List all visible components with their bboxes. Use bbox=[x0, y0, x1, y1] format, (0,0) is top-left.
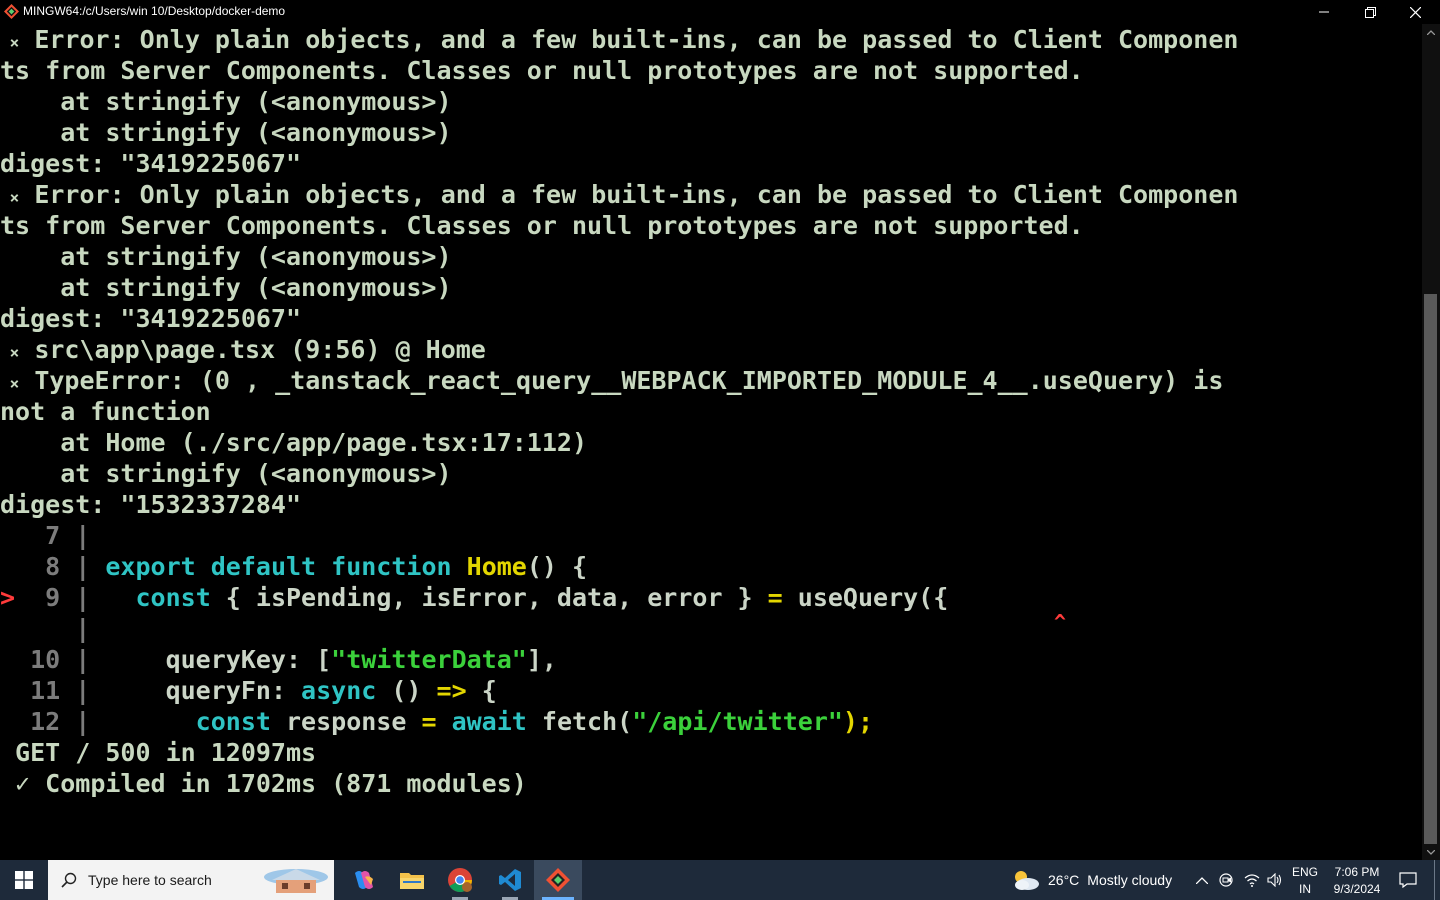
git-bash-icon bbox=[546, 868, 570, 892]
restore-icon bbox=[1364, 6, 1376, 18]
log-line: at stringify (<anonymous>) bbox=[0, 87, 452, 116]
scroll-down-button[interactable] bbox=[1422, 844, 1440, 860]
search-icon bbox=[61, 872, 77, 888]
log-line: × TypeError: (0 , _tanstack_react_query_… bbox=[0, 366, 1224, 395]
camera-icon bbox=[1219, 873, 1233, 887]
terminal-output[interactable]: × Error: Only plain objects, and a few b… bbox=[0, 24, 1422, 860]
log-line: not a function bbox=[0, 397, 211, 426]
git-bash-app-icon bbox=[4, 4, 19, 19]
window-title: MINGW64:/c/Users/win 10/Desktop/docker-d… bbox=[23, 4, 286, 18]
log-line: digest: "3419225067" bbox=[0, 304, 302, 333]
network-tray[interactable] bbox=[1241, 860, 1263, 900]
taskbar-vscode[interactable] bbox=[486, 860, 534, 900]
terminal-scrollbar[interactable] bbox=[1422, 24, 1440, 860]
code-line-12: 12 | const response = await fetch("/api/… bbox=[0, 707, 874, 736]
log-line: × src\app\page.tsx (9:56) @ Home bbox=[0, 335, 486, 364]
taskbar-git-bash[interactable] bbox=[534, 860, 582, 900]
code-line-8: 8 | export default function Home() { bbox=[0, 552, 588, 581]
weather-widget[interactable]: 26°C Mostly cloudy bbox=[1010, 860, 1182, 900]
log-line: at stringify (<anonymous>) bbox=[0, 459, 452, 488]
log-line: at stringify (<anonymous>) bbox=[0, 273, 452, 302]
clock-date: 9/3/2024 bbox=[1333, 882, 1381, 896]
log-line: ts from Server Components. Classes or nu… bbox=[0, 56, 1084, 85]
log-line: at stringify (<anonymous>) bbox=[0, 242, 452, 271]
code-line-10: 10 | queryKey: ["twitterData"], bbox=[0, 645, 557, 674]
close-button[interactable] bbox=[1392, 0, 1438, 24]
start-button[interactable] bbox=[0, 860, 48, 900]
taskbar-file-explorer[interactable] bbox=[388, 860, 436, 900]
log-line: digest: "1532337284" bbox=[0, 490, 302, 519]
windows-logo-icon bbox=[15, 871, 33, 889]
taskbar: Type here to search 26°C Mostly cloudy E… bbox=[0, 860, 1440, 900]
search-placeholder: Type here to search bbox=[88, 872, 212, 888]
scroll-up-button[interactable] bbox=[1422, 24, 1440, 40]
checkmark-icon: ✓ bbox=[0, 769, 31, 798]
weather-condition: Mostly cloudy bbox=[1087, 872, 1173, 888]
close-icon bbox=[1409, 6, 1421, 18]
system-clock[interactable]: 7:06 PM 9/3/2024 bbox=[1322, 864, 1392, 898]
code-line-7: 7 | bbox=[0, 521, 91, 550]
compile-status-line: ✓ Compiled in 1702ms (871 modules) bbox=[0, 769, 527, 798]
error-pointer: > bbox=[0, 583, 16, 612]
language-code: ENG bbox=[1291, 865, 1318, 879]
clock-time: 7:06 PM bbox=[1334, 865, 1380, 879]
chevron-down-icon bbox=[1427, 849, 1435, 855]
volume-tray[interactable] bbox=[1264, 860, 1286, 900]
show-hidden-icons-button[interactable] bbox=[1192, 860, 1212, 900]
partly-cloudy-icon bbox=[1015, 871, 1039, 890]
speaker-icon bbox=[1267, 873, 1282, 887]
search-highlight-illustration-icon bbox=[264, 869, 328, 893]
folder-icon bbox=[400, 873, 424, 889]
restore-button[interactable] bbox=[1347, 0, 1393, 24]
log-line: × Error: Only plain objects, and a few b… bbox=[0, 180, 1239, 209]
chrome-icon bbox=[448, 868, 472, 893]
meet-now-tray[interactable] bbox=[1216, 860, 1238, 900]
minimize-icon bbox=[1319, 11, 1329, 13]
log-line: ts from Server Components. Classes or nu… bbox=[0, 211, 1084, 240]
taskbar-search-box[interactable]: Type here to search bbox=[48, 860, 334, 900]
minimize-button[interactable] bbox=[1301, 0, 1347, 24]
log-line: at Home (./src/app/page.tsx:17:112) bbox=[0, 428, 587, 457]
chevron-up-icon bbox=[1196, 876, 1208, 884]
copilot-icon bbox=[355, 871, 373, 889]
taskbar-copilot[interactable] bbox=[340, 860, 388, 900]
code-line-9: > 9 | const { isPending, isError, data, … bbox=[0, 583, 949, 612]
chevron-up-icon bbox=[1427, 29, 1435, 35]
code-line-9-caret: | ^ bbox=[0, 610, 1066, 644]
weather-temperature: 26°C bbox=[1048, 872, 1080, 888]
vscode-icon bbox=[499, 869, 521, 891]
log-line: × Error: Only plain objects, and a few b… bbox=[0, 25, 1239, 54]
scrollbar-thumb[interactable] bbox=[1424, 294, 1437, 844]
log-line: at stringify (<anonymous>) bbox=[0, 118, 452, 147]
request-status-line: GET / 500 in 12097ms bbox=[0, 738, 317, 767]
title-bar: MINGW64:/c/Users/win 10/Desktop/docker-d… bbox=[0, 0, 1440, 24]
log-line: digest: "3419225067" bbox=[0, 149, 302, 178]
notification-icon bbox=[1399, 872, 1417, 888]
error-caret: ^ bbox=[1054, 610, 1067, 634]
code-line-11: 11 | queryFn: async () => { bbox=[0, 676, 497, 705]
show-desktop-button[interactable] bbox=[1434, 860, 1435, 900]
wifi-icon bbox=[1244, 874, 1260, 887]
taskbar-chrome[interactable] bbox=[436, 860, 484, 900]
notification-center-button[interactable] bbox=[1394, 860, 1422, 900]
input-language[interactable]: ENG IN bbox=[1288, 864, 1322, 898]
region-code: IN bbox=[1299, 882, 1311, 896]
